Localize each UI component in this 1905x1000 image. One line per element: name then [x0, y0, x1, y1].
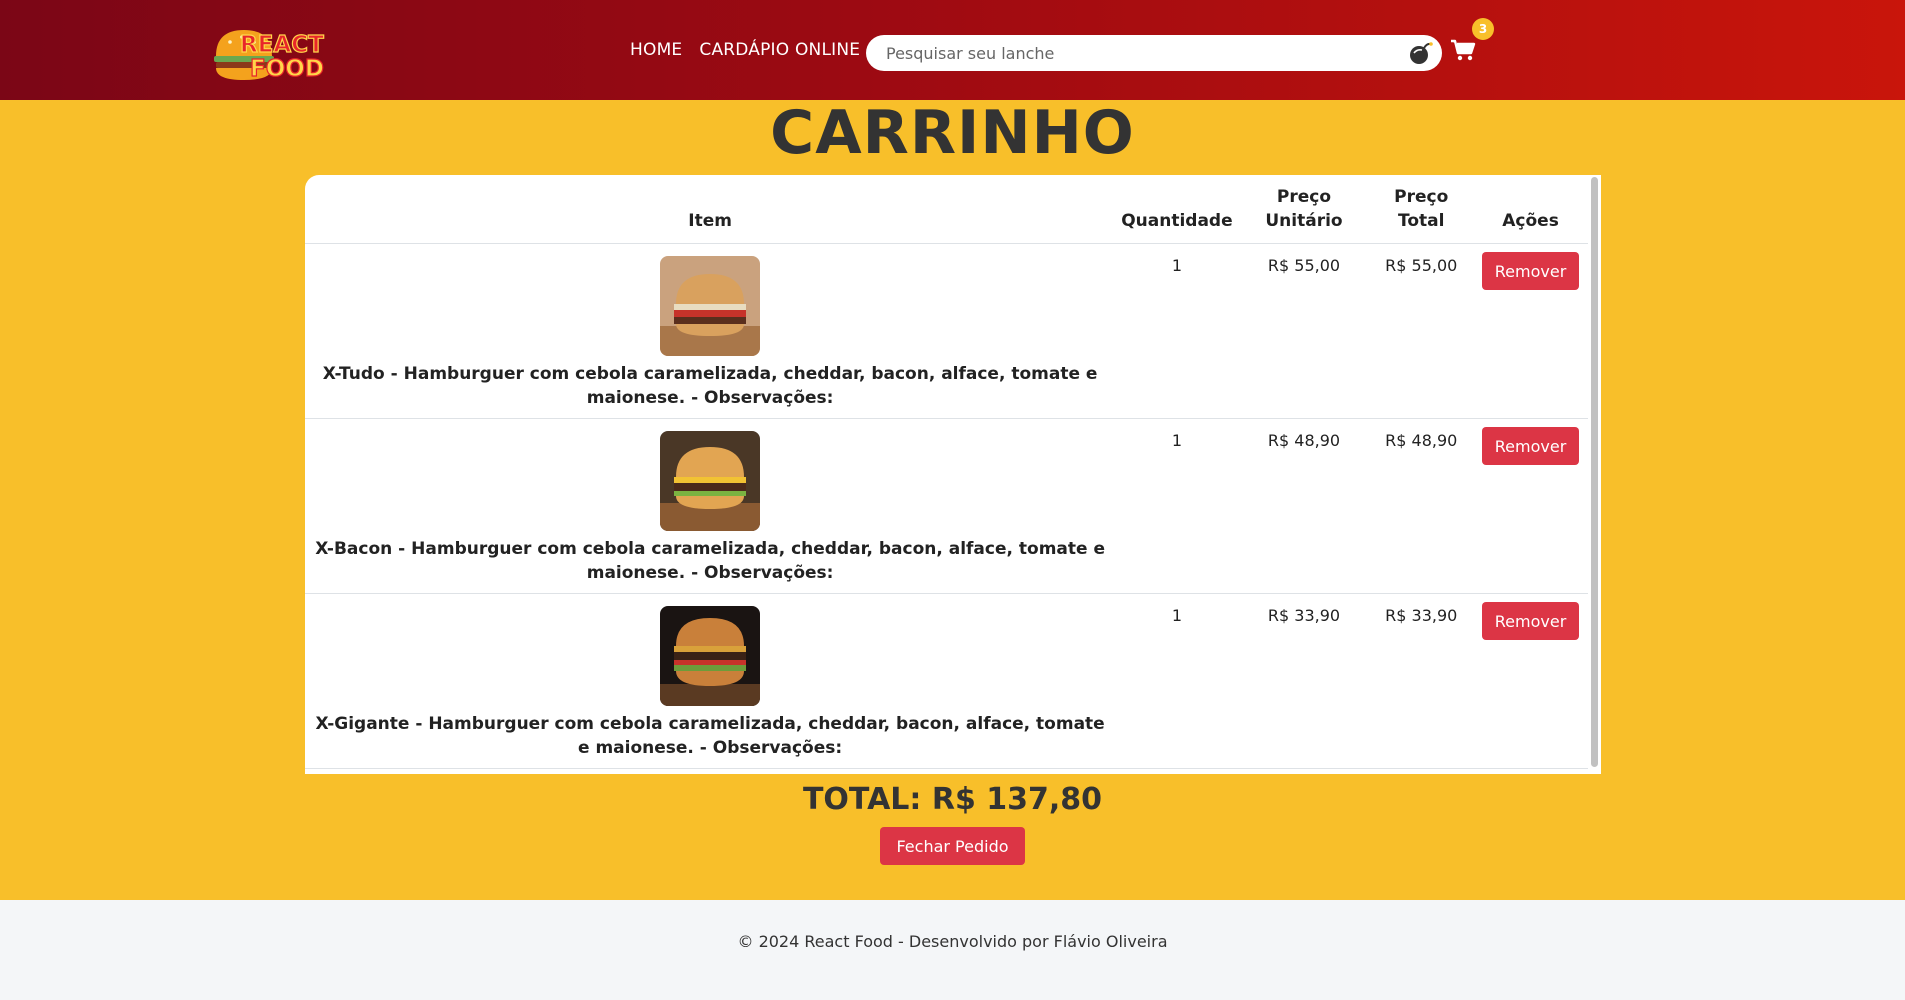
nav-menu-link[interactable]: CARDÁPIO ONLINE [699, 40, 860, 60]
x-bacon-burger-image [660, 431, 761, 531]
footer: © 2024 React Food - Desenvolvido por Flá… [0, 900, 1905, 1000]
unit-price-cell: R$ 33,90 [1238, 593, 1370, 769]
x-gigante-burger-image [660, 606, 761, 706]
nav-home-link[interactable]: HOME [630, 40, 682, 60]
header-total-price: Preço Total [1369, 175, 1474, 244]
header-quantity: Quantidade [1115, 175, 1239, 244]
remove-button[interactable]: Remover [1482, 427, 1580, 465]
item-cell: X-Gigante - Hamburguer com cebola carame… [305, 593, 1116, 769]
header-unit-price-label: Preço Unitário [1265, 187, 1343, 231]
svg-text:FOOD: FOOD [250, 56, 324, 82]
search-bar [866, 35, 1442, 71]
total-price-cell: R$ 55,00 [1369, 243, 1474, 419]
header-item: Item [305, 175, 1116, 244]
x-tudo-burger-image [660, 256, 761, 356]
cart-table-container: Item Quantidade Preço Unitário Preço Tot… [305, 175, 1601, 774]
unit-price-cell: R$ 55,00 [1238, 243, 1370, 419]
item-description: X-Bacon - Hamburguer com cebola carameli… [315, 539, 1105, 583]
header-unit-price: Preço Unitário [1238, 175, 1370, 244]
page-title: CARRINHO [770, 98, 1135, 168]
total-price-cell: R$ 33,90 [1369, 593, 1474, 769]
quantity-cell: 1 [1115, 593, 1239, 769]
table-header-row: Item Quantidade Preço Unitário Preço Tot… [305, 175, 1588, 244]
footer-copyright: © 2024 React Food - Desenvolvido por Flá… [737, 932, 1168, 951]
search-input[interactable] [886, 43, 1386, 63]
header-actions: Ações [1473, 175, 1588, 244]
main-nav: HOME CARDÁPIO ONLINE [630, 40, 860, 60]
actions-cell: Remover [1473, 418, 1588, 594]
shopping-cart-icon[interactable] [1450, 38, 1476, 62]
remove-button[interactable]: Remover [1482, 602, 1580, 640]
checkout-button[interactable]: Fechar Pedido [880, 827, 1025, 865]
search-bomb-icon[interactable] [1406, 40, 1434, 66]
quantity-cell: 1 [1115, 418, 1239, 594]
item-description: X-Gigante - Hamburguer com cebola carame… [315, 714, 1105, 758]
react-food-logo[interactable]: REACT FOOD [214, 26, 340, 84]
item-cell: X-Tudo - Hamburguer com cebola carameliz… [305, 243, 1116, 419]
cart-total: TOTAL: R$ 137,80 [802, 782, 1103, 817]
item-description: X-Tudo - Hamburguer com cebola carameliz… [322, 364, 1098, 408]
svg-text:REACT: REACT [240, 32, 324, 58]
top-navbar: REACT FOOD HOME CARDÁPIO ONLINE 3 [0, 0, 1905, 100]
header-total-price-label: Preço Total [1394, 187, 1449, 231]
table-scrollbar[interactable] [1588, 175, 1601, 774]
actions-cell: Remover [1473, 593, 1588, 769]
actions-cell: Remover [1473, 243, 1588, 419]
remove-button[interactable]: Remover [1482, 252, 1580, 290]
table-row: X-Tudo - Hamburguer com cebola carameliz… [305, 243, 1588, 419]
item-cell: X-Bacon - Hamburguer com cebola carameli… [305, 418, 1116, 594]
cart-table: Item Quantidade Preço Unitário Preço Tot… [305, 175, 1588, 769]
table-row: X-Gigante - Hamburguer com cebola carame… [305, 593, 1588, 769]
total-price-cell: R$ 48,90 [1369, 418, 1474, 594]
quantity-cell: 1 [1115, 243, 1239, 419]
scrollbar-thumb[interactable] [1591, 177, 1598, 767]
cart-count-badge: 3 [1472, 18, 1494, 40]
table-row: X-Bacon - Hamburguer com cebola carameli… [305, 418, 1588, 594]
unit-price-cell: R$ 48,90 [1238, 418, 1370, 594]
